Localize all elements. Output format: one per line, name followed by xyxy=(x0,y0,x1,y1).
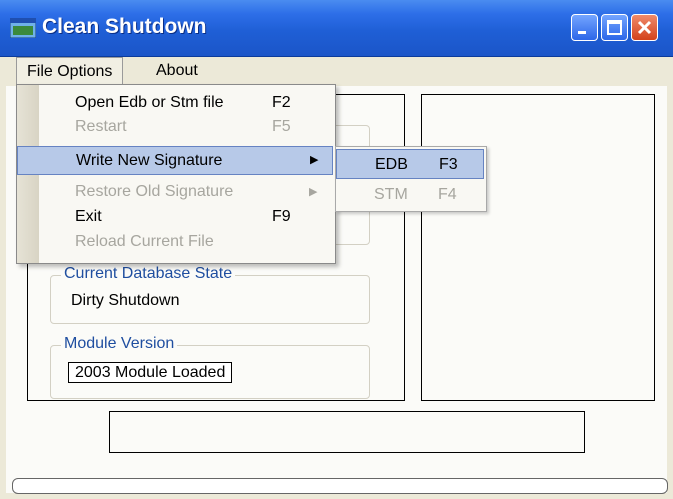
title-bar[interactable]: Clean Shutdown xyxy=(0,0,673,57)
output-panel xyxy=(421,94,655,401)
menu-about[interactable]: About xyxy=(146,57,208,85)
submenu-item-shortcut: F3 xyxy=(439,156,458,173)
submenu-arrow-icon: ▶ xyxy=(309,186,318,198)
menu-item-shortcut: F9 xyxy=(272,208,291,225)
menu-item-label: Exit xyxy=(75,208,102,225)
file-options-menu: Open Edb or Stm file F2 Restart F5 Write… xyxy=(16,84,336,264)
menu-file-options[interactable]: File Options xyxy=(16,57,124,85)
submenu-item-label: EDB xyxy=(375,156,408,173)
module-version-group: Module Version 2003 Module Loaded xyxy=(50,335,370,399)
menu-item-label: Write New Signature xyxy=(76,152,223,169)
menu-item-write-new-signature[interactable]: Write New Signature ▶ xyxy=(17,146,333,175)
submenu-item-stm[interactable]: STM F4 xyxy=(336,180,484,210)
menu-item-shortcut: F5 xyxy=(272,118,291,135)
menu-item-shortcut: F2 xyxy=(272,94,291,111)
app-window: Clean Shutdown File Options About Curren… xyxy=(0,0,673,499)
app-window-icon xyxy=(10,18,36,38)
close-button[interactable] xyxy=(631,14,658,41)
database-state-title: Current Database State xyxy=(61,265,236,283)
submenu-item-label: STM xyxy=(374,186,408,203)
menu-item-label: Open Edb or Stm file xyxy=(75,94,224,111)
write-signature-submenu: EDB F3 STM F4 xyxy=(335,146,487,212)
maximize-button[interactable] xyxy=(601,14,628,41)
submenu-arrow-icon: ▶ xyxy=(310,154,319,166)
menu-item-reload-current-file[interactable]: Reload Current File xyxy=(17,230,333,254)
menu-item-open-file[interactable]: Open Edb or Stm file F2 xyxy=(17,91,333,115)
minimize-button[interactable] xyxy=(571,14,598,41)
window-title: Clean Shutdown xyxy=(42,15,207,38)
module-version-value: 2003 Module Loaded xyxy=(68,362,233,383)
database-state-value: Dirty Shutdown xyxy=(71,292,180,309)
progress-bar xyxy=(12,478,668,494)
menu-item-restart[interactable]: Restart F5 xyxy=(17,115,333,139)
module-version-title: Module Version xyxy=(61,335,178,353)
menu-bar: File Options About xyxy=(6,57,667,85)
submenu-item-edb[interactable]: EDB F3 xyxy=(336,149,484,179)
menu-item-exit[interactable]: Exit F9 xyxy=(17,205,333,229)
menu-item-restore-old-signature[interactable]: Restore Old Signature ▶ xyxy=(17,180,333,204)
menu-item-label: Reload Current File xyxy=(75,233,214,250)
submenu-item-shortcut: F4 xyxy=(438,186,457,203)
menu-item-label: Restore Old Signature xyxy=(75,183,234,200)
close-icon xyxy=(637,20,652,35)
status-field xyxy=(109,411,585,453)
menu-item-label: Restart xyxy=(75,118,127,135)
maximize-icon xyxy=(607,20,622,35)
minimize-icon xyxy=(578,31,586,34)
database-state-group: Current Database State Dirty Shutdown xyxy=(50,265,370,324)
